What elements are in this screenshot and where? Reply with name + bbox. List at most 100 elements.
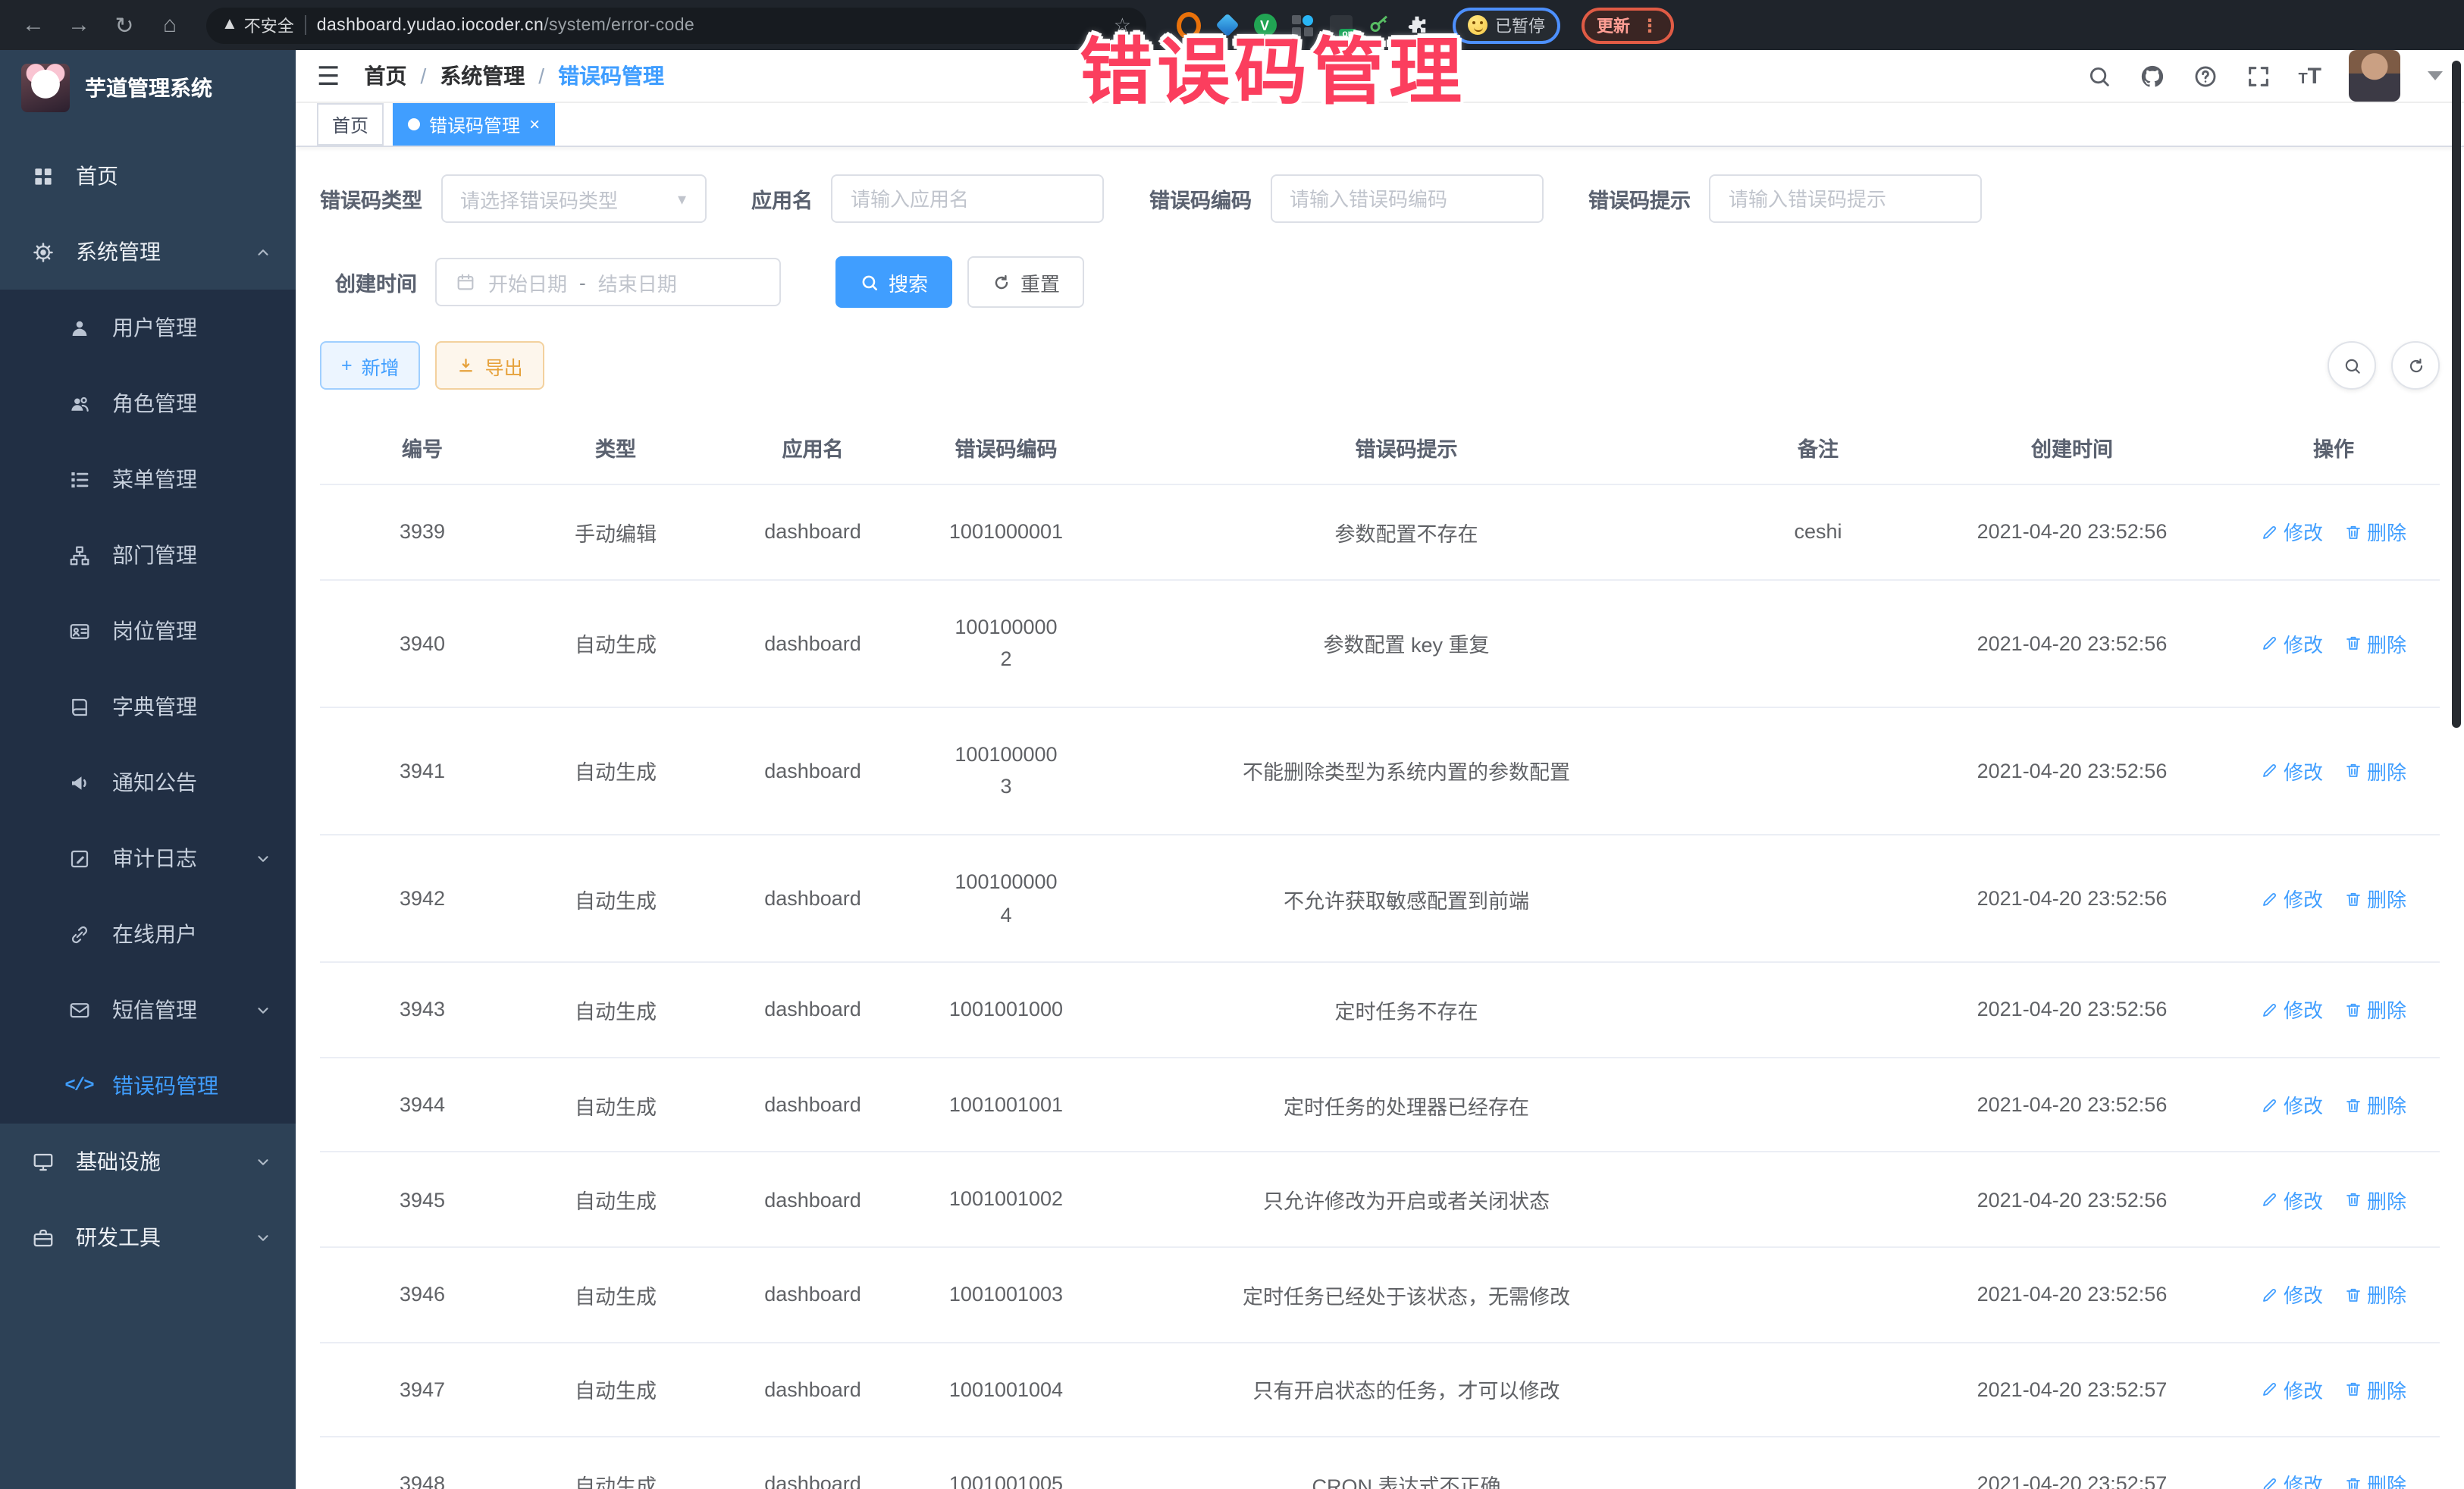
delete-link[interactable]: 删除 [2344, 1280, 2406, 1309]
sidebar-item-在线用户[interactable]: 在线用户 [0, 896, 296, 972]
error-msg-input[interactable] [1709, 174, 1982, 223]
row-remark [1719, 1152, 1917, 1247]
hamburger-icon[interactable]: ☰ [317, 63, 340, 89]
table-row: 3942自动生成dashboard100100000 4不允许获取敏感配置到前端… [320, 835, 2440, 962]
sidebar-item-通知公告[interactable]: 通知公告 [0, 744, 296, 820]
add-button[interactable]: + 新增 [320, 341, 421, 390]
tab-error-code[interactable]: 错误码管理 × [393, 103, 555, 146]
row-message: 不允许获取敏感配置到前端 [1093, 835, 1719, 962]
logo[interactable]: 芋道管理系统 [0, 50, 296, 126]
edit-link[interactable]: 修改 [2261, 1280, 2323, 1309]
header-search-icon[interactable] [2086, 63, 2111, 89]
github-icon[interactable] [2139, 63, 2165, 89]
date-start-placeholder[interactable]: 开始日期 [488, 268, 567, 296]
sidebar-item-字典管理[interactable]: 字典管理 [0, 669, 296, 744]
sidebar-item-label: 角色管理 [112, 388, 197, 418]
tab-close-icon[interactable]: × [529, 114, 540, 135]
pen-icon [2261, 1096, 2279, 1114]
sidebar-item-label: 字典管理 [112, 691, 197, 722]
fullscreen-icon[interactable] [2245, 63, 2271, 89]
user-avatar[interactable] [2349, 50, 2400, 102]
export-button[interactable]: 导出 [436, 341, 544, 390]
sidebar-item-部门管理[interactable]: 部门管理 [0, 517, 296, 593]
column-header-操作: 操作 [2227, 411, 2440, 484]
row-id: 3945 [320, 1152, 525, 1247]
search-button[interactable]: 搜索 [835, 256, 952, 308]
browser-menu-icon[interactable]: ⋮ [1641, 14, 1659, 36]
error-code-input[interactable] [1270, 174, 1543, 223]
sidebar-item-研发工具[interactable]: 研发工具 [0, 1199, 296, 1275]
font-size-icon[interactable]: TT [2298, 63, 2321, 89]
error-type-select[interactable]: 请选择错误码类型 ▾ [440, 174, 706, 223]
profile-paused-chip[interactable]: 已暂停 [1453, 7, 1560, 43]
app-name-input[interactable] [831, 174, 1104, 223]
avatar-dropdown-icon[interactable] [2428, 71, 2443, 80]
edit-link[interactable]: 修改 [2261, 1090, 2323, 1119]
edit-link[interactable]: 修改 [2261, 1470, 2323, 1489]
home-icon[interactable]: ⌂ [152, 7, 188, 43]
column-header-类型: 类型 [525, 411, 707, 484]
date-end-placeholder[interactable]: 结束日期 [598, 268, 677, 296]
forward-icon[interactable]: → [61, 7, 97, 43]
reset-button[interactable]: 重置 [967, 256, 1084, 308]
sidebar-item-label: 菜单管理 [112, 464, 197, 494]
delete-link[interactable]: 删除 [2344, 995, 2406, 1024]
row-created: 2021-04-20 23:52:56 [1917, 835, 2227, 962]
download-icon [457, 356, 476, 375]
sidebar-item-审计日志[interactable]: 审计日志 [0, 820, 296, 896]
sidebar-item-错误码管理[interactable]: </>错误码管理 [0, 1048, 296, 1124]
edit-link[interactable]: 修改 [2261, 1375, 2323, 1404]
reload-icon[interactable]: ↻ [106, 7, 143, 43]
sidebar-item-label: 短信管理 [112, 995, 197, 1025]
delete-link[interactable]: 删除 [2344, 757, 2406, 785]
sidebar-item-短信管理[interactable]: 短信管理 [0, 972, 296, 1048]
row-app: dashboard [707, 1058, 919, 1152]
refresh-table-button[interactable] [2391, 341, 2440, 390]
row-type: 自动生成 [525, 1437, 707, 1489]
back-icon[interactable]: ← [15, 7, 52, 43]
edit-link[interactable]: 修改 [2261, 629, 2323, 657]
sidebar-item-岗位管理[interactable]: 岗位管理 [0, 593, 296, 669]
tab-home[interactable]: 首页 [317, 103, 384, 146]
delete-link[interactable]: 删除 [2344, 518, 2406, 547]
sidebar-item-系统管理[interactable]: 系统管理 [0, 214, 296, 290]
edit-link[interactable]: 修改 [2261, 757, 2323, 785]
pen-icon [2261, 1285, 2279, 1303]
pen-icon [2261, 762, 2279, 780]
link-icon [67, 923, 91, 945]
edit-link[interactable]: 修改 [2261, 1185, 2323, 1214]
sidebar-item-菜单管理[interactable]: 菜单管理 [0, 441, 296, 517]
sidebar-item-角色管理[interactable]: 角色管理 [0, 365, 296, 441]
not-secure-warning[interactable]: ▲ 不安全 [221, 13, 294, 37]
row-code: 1001001001 [919, 1058, 1093, 1152]
edit-link[interactable]: 修改 [2261, 518, 2323, 547]
edit-link[interactable]: 修改 [2261, 884, 2323, 913]
org-tree-icon [67, 544, 91, 566]
delete-link[interactable]: 删除 [2344, 1470, 2406, 1489]
delete-link[interactable]: 删除 [2344, 1090, 2406, 1119]
sidebar-item-label: 通知公告 [112, 767, 197, 798]
breadcrumb-home[interactable]: 首页 [365, 61, 407, 91]
column-header-应用名: 应用名 [707, 411, 919, 484]
table-row: 3941自动生成dashboard100100000 3不能删除类型为系统内置的… [320, 707, 2440, 835]
delete-link[interactable]: 删除 [2344, 1185, 2406, 1214]
trash-icon [2344, 634, 2362, 652]
delete-link[interactable]: 删除 [2344, 1375, 2406, 1404]
show-search-button[interactable] [2328, 341, 2376, 390]
sidebar-item-label: 首页 [76, 161, 118, 191]
delete-link[interactable]: 删除 [2344, 629, 2406, 657]
row-created: 2021-04-20 23:52:56 [1917, 962, 2227, 1057]
row-type: 自动生成 [525, 1058, 707, 1152]
sidebar-item-首页[interactable]: 首页 [0, 138, 296, 214]
help-icon[interactable] [2192, 63, 2218, 89]
edit-link[interactable]: 修改 [2261, 995, 2323, 1024]
id-card-icon [67, 619, 91, 642]
breadcrumb-system[interactable]: 系统管理 [440, 61, 525, 91]
date-range-picker[interactable]: 开始日期 - 结束日期 [435, 258, 781, 306]
scrollbar-thumb[interactable] [2452, 61, 2461, 728]
sidebar-item-用户管理[interactable]: 用户管理 [0, 290, 296, 365]
sidebar-item-基础设施[interactable]: 基础设施 [0, 1124, 296, 1199]
address-bar[interactable]: ▲ 不安全 dashboard.yudao.iocoder.cn/system/… [206, 7, 1146, 43]
delete-link[interactable]: 删除 [2344, 884, 2406, 913]
browser-update-button[interactable]: 更新 ⋮ [1582, 7, 1674, 43]
